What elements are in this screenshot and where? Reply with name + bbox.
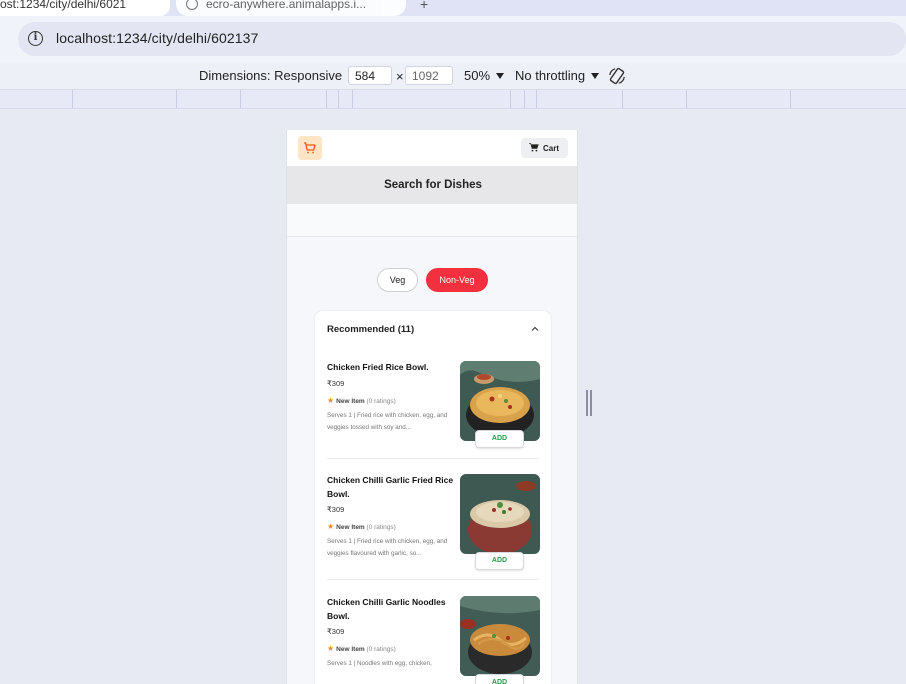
list-item: Chicken Chilli Garlic Noodles Bowl. ₹309… <box>327 596 540 684</box>
dish-price: ₹309 <box>327 505 345 514</box>
add-button[interactable]: ADD <box>475 552 524 570</box>
new-tab-button[interactable]: + <box>420 0 428 12</box>
times-symbol: × <box>396 69 404 84</box>
globe-icon <box>186 0 198 10</box>
cart-button[interactable]: Cart <box>521 138 568 158</box>
dish-rating: ★ New Item (0 ratings) <box>327 396 396 405</box>
dish-description: Serves 1 | Fried rice with chicken, egg,… <box>327 412 448 431</box>
info-icon[interactable]: i <box>28 31 43 46</box>
cart-label: Cart <box>543 144 560 153</box>
dish-image[interactable] <box>460 361 540 441</box>
device-toolbar: Dimensions: Responsive 584 × 1092 50% No… <box>0 62 906 90</box>
browser-tabstrip: ost:1234/city/delhi/6021 ecro-anywhere.a… <box>0 0 906 16</box>
dimensions-label: Dimensions: Responsive <box>199 68 343 83</box>
logo-cart-icon <box>304 142 316 154</box>
recommended-section: Recommended (11) Chicken Fried Rice Bowl… <box>315 311 551 684</box>
address-bar-region: i localhost:1234/city/delhi/602137 <box>0 16 906 62</box>
dish-name: Chicken Chilli Garlic Fried Rice Bowl. <box>327 475 454 499</box>
chevron-up-icon[interactable] <box>531 325 539 333</box>
filter-veg-button[interactable]: Veg <box>377 268 418 292</box>
browser-tab-active[interactable]: ost:1234/city/delhi/6021 <box>0 0 170 16</box>
dish-rating: ★ New Item (0 ratings) <box>327 644 396 653</box>
star-icon: ★ <box>327 396 335 405</box>
star-icon: ★ <box>327 522 335 531</box>
url-text[interactable]: localhost:1234/city/delhi/602137 <box>56 30 258 46</box>
omnibox[interactable]: i localhost:1234/city/delhi/602137 <box>18 22 906 56</box>
search-subbar <box>287 204 577 237</box>
dish-image[interactable] <box>460 596 540 676</box>
rating-tag: New Item <box>336 646 365 653</box>
rotate-icon[interactable] <box>608 67 626 85</box>
app-logo[interactable] <box>298 136 322 160</box>
section-title[interactable]: Recommended (11) <box>327 324 414 335</box>
rating-count: (0 ratings) <box>366 524 396 531</box>
dish-description: Serves 1 | Noodles with egg, chicken, <box>327 660 432 667</box>
search-dishes-bar[interactable]: Search for Dishes <box>287 166 577 204</box>
dish-rating: ★ New Item (0 ratings) <box>327 522 396 531</box>
list-item: Chicken Fried Rice Bowl. ₹309 ★ New Item … <box>327 361 540 461</box>
list-item: Chicken Chilli Garlic Fried Rice Bowl. ₹… <box>327 474 540 574</box>
browser-tab-inactive[interactable]: ecro-anywhere.animalapps.i... <box>176 0 406 16</box>
add-button[interactable]: ADD <box>475 674 524 684</box>
dish-description: Serves 1 | Fried rice with chicken, egg,… <box>327 538 448 557</box>
divider <box>327 579 539 580</box>
width-input[interactable]: 584 <box>348 66 392 85</box>
rating-tag: New Item <box>336 524 365 531</box>
search-label: Search for Dishes <box>384 179 482 191</box>
height-input[interactable]: 1092 <box>405 66 453 85</box>
dimensions-dropdown[interactable]: Dimensions: Responsive <box>199 68 357 83</box>
zoom-value: 50% <box>464 68 491 83</box>
rating-tag: New Item <box>336 398 365 405</box>
tab-title: ost:1234/city/delhi/6021 <box>0 0 127 11</box>
dish-price: ₹309 <box>327 379 345 388</box>
dish-name: Chicken Chilli Garlic Noodles Bowl. <box>327 597 446 621</box>
dish-image[interactable] <box>460 474 540 554</box>
filter-nonveg-button[interactable]: Non-Veg <box>426 268 488 292</box>
cart-icon <box>529 143 539 152</box>
star-icon: ★ <box>327 644 335 653</box>
rating-count: (0 ratings) <box>366 398 396 405</box>
throttling-dropdown[interactable]: No throttling <box>515 68 600 83</box>
tab-title: ecro-anywhere.animalapps.i... <box>206 0 367 11</box>
throttling-value: No throttling <box>515 68 586 83</box>
resize-handle[interactable] <box>586 390 592 416</box>
dish-name: Chicken Fried Rice Bowl. <box>327 362 429 372</box>
add-button[interactable]: ADD <box>475 430 524 448</box>
rating-count: (0 ratings) <box>366 646 396 653</box>
media-query-ruler <box>0 90 906 109</box>
zoom-dropdown[interactable]: 50% <box>464 68 505 83</box>
device-viewport: Cart Search for Dishes Veg Non-Veg Recom… <box>286 130 578 684</box>
divider <box>327 458 539 459</box>
app-header: Cart <box>287 130 577 166</box>
chevron-down-icon <box>496 73 505 79</box>
chevron-down-icon <box>591 73 600 79</box>
dish-price: ₹309 <box>327 627 345 636</box>
